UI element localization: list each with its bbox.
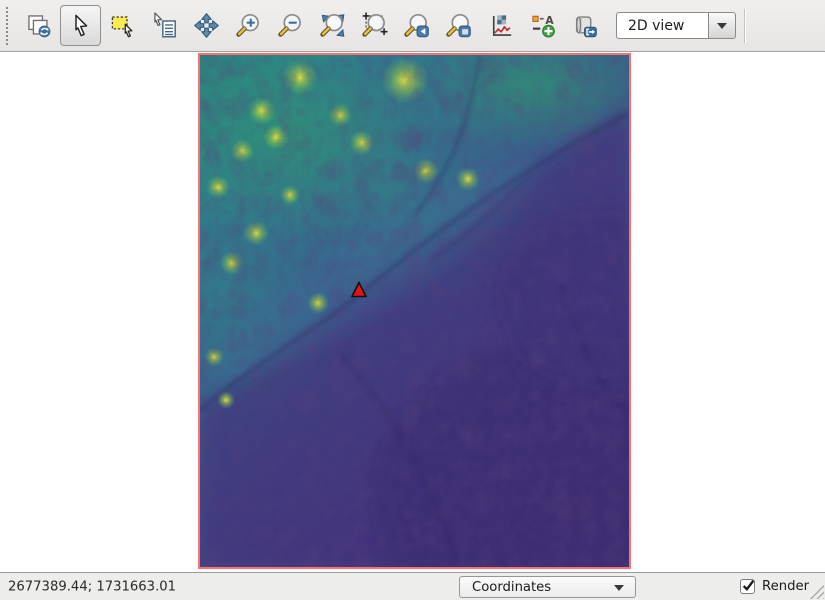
view-mode-select[interactable]: 2D view — [616, 12, 736, 39]
add-map-elements-icon: A — [529, 12, 556, 39]
analyze-map-icon — [487, 12, 514, 39]
zoom-options-button[interactable] — [438, 5, 479, 46]
map-display-window: A 2D view — [0, 0, 825, 600]
zoom-region-button[interactable] — [354, 5, 395, 46]
pan-button[interactable] — [186, 5, 227, 46]
toolbar-separator — [744, 9, 745, 43]
pointer-icon — [67, 12, 94, 39]
statusbar-mode-select[interactable]: Coordinates — [459, 576, 636, 598]
resize-grip[interactable] — [807, 582, 824, 599]
rerender-map-icon — [25, 12, 52, 39]
map-toolbar: A 2D view — [0, 0, 825, 52]
view-mode-value: 2D view — [628, 18, 684, 34]
dem-viridis-raster — [200, 55, 629, 567]
view-mode-field[interactable]: 2D view — [616, 12, 708, 39]
statusbar: 2677389.44; 1731663.01 Coordinates Rende… — [0, 572, 825, 600]
rerender-map-button[interactable] — [18, 5, 59, 46]
zoom-back-icon — [403, 12, 430, 39]
save-display-icon — [571, 12, 598, 39]
coordinates-readout: 2677389.44; 1731663.01 — [8, 579, 176, 594]
zoom-out-icon — [277, 12, 304, 39]
zoom-back-button[interactable] — [396, 5, 437, 46]
pan-icon — [193, 12, 220, 39]
pointer-tool-button[interactable] — [60, 5, 101, 46]
select-features-button[interactable] — [102, 5, 143, 46]
zoom-options-icon — [445, 12, 472, 39]
save-display-button[interactable] — [564, 5, 605, 46]
query-map-icon — [151, 12, 178, 39]
query-map-button[interactable] — [144, 5, 185, 46]
zoom-out-button[interactable] — [270, 5, 311, 46]
raster-elevation-map[interactable] — [198, 53, 631, 569]
zoom-extent-icon — [319, 12, 346, 39]
render-label: Render — [762, 579, 809, 594]
chevron-down-icon — [614, 585, 624, 591]
view-mode-dropdown-button[interactable] — [708, 12, 736, 39]
render-control: Render — [740, 573, 809, 600]
analyze-map-button[interactable] — [480, 5, 521, 46]
add-map-elements-button[interactable]: A — [522, 5, 563, 46]
zoom-in-button[interactable] — [228, 5, 269, 46]
map-canvas[interactable] — [0, 52, 825, 572]
zoom-region-icon — [361, 12, 388, 39]
zoom-in-icon — [235, 12, 262, 39]
chevron-down-icon — [717, 23, 727, 29]
statusbar-mode-value: Coordinates — [472, 580, 551, 595]
select-features-icon — [109, 12, 136, 39]
toolbar-grip[interactable] — [6, 7, 11, 45]
check-icon — [741, 578, 756, 593]
render-checkbox[interactable] — [740, 579, 755, 594]
zoom-extent-button[interactable] — [312, 5, 353, 46]
